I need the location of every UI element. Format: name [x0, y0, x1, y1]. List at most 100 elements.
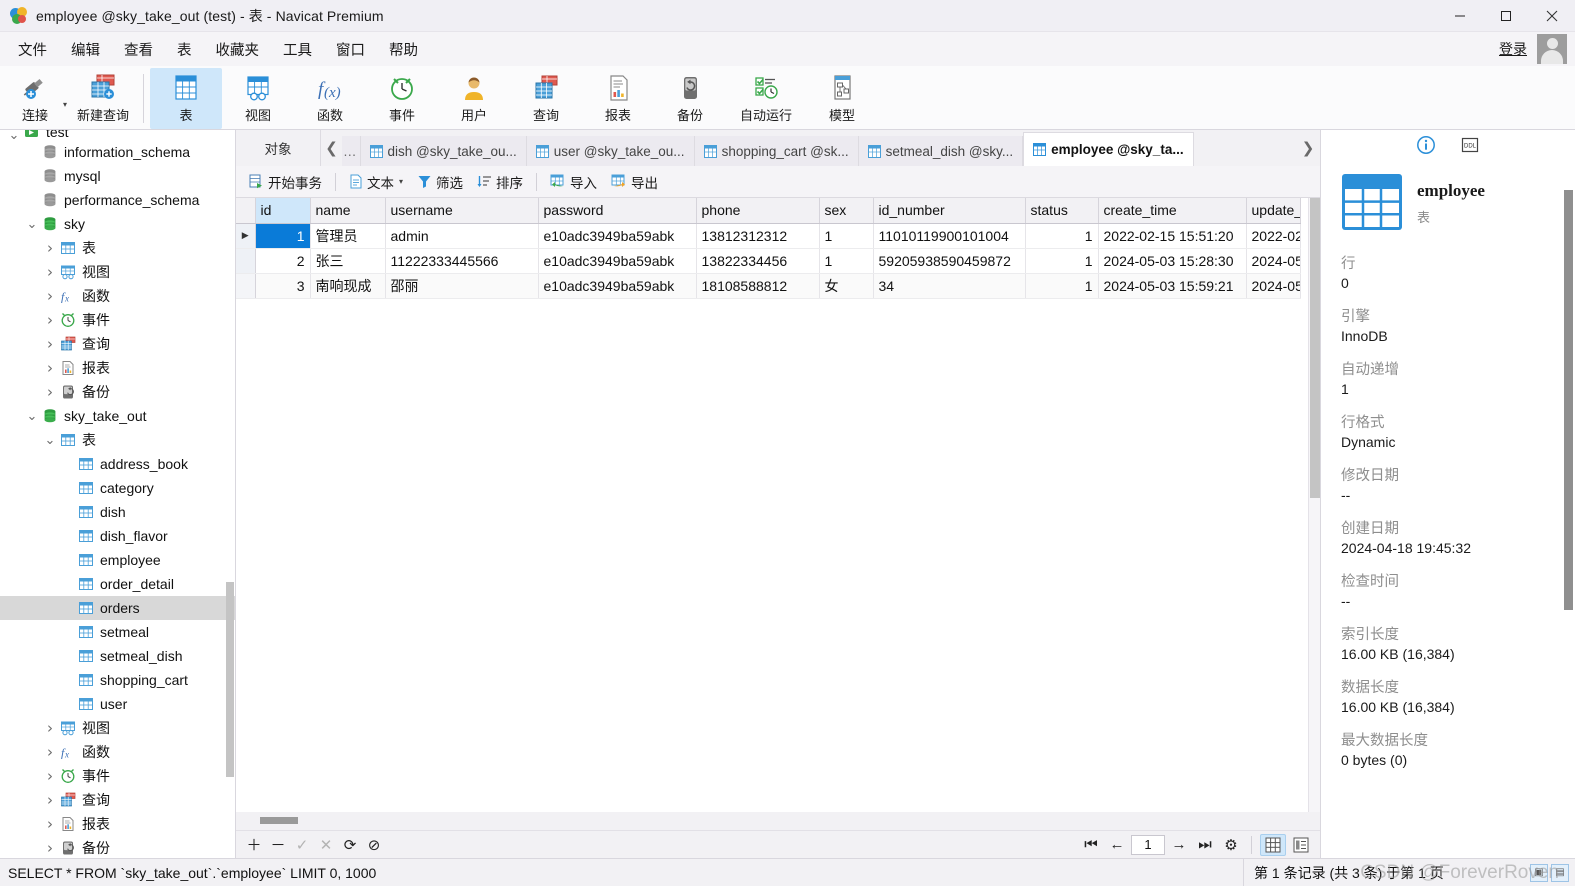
grid-settings-button[interactable]: ⚙ — [1219, 834, 1243, 856]
table-row[interactable]: 2 张三 11222333445566 e10adc3949ba59abk 138223… — [236, 248, 1301, 274]
status-resize-handle-1[interactable]: ▣ — [1530, 863, 1548, 882]
grid-column-header-id[interactable]: id — [255, 198, 311, 224]
grid-column-header-name[interactable]: name — [310, 198, 386, 224]
cell-id[interactable]: 2 — [255, 248, 311, 274]
chevron-right-icon[interactable]: › — [42, 815, 58, 833]
maximize-button[interactable] — [1483, 0, 1529, 32]
table-row[interactable]: ▶ 1 管理员 admin e10adc3949ba59abk 13812312312 1 1… — [236, 223, 1301, 249]
tree-node--[interactable]: › 事件 — [0, 764, 235, 788]
cell-create_time[interactable]: 2024-05-03 15:59:21 — [1098, 273, 1247, 299]
grid-horizontal-scrollbar-thumb[interactable] — [260, 817, 298, 824]
table-row[interactable]: 3 南响现成 邵丽 e10adc3949ba59abk 18108588812 女 34 1 2… — [236, 273, 1301, 299]
grid-column-header-create_time[interactable]: create_time — [1098, 198, 1247, 224]
chevron-right-icon[interactable]: › — [42, 839, 58, 857]
chevron-down-icon[interactable]: ⌄ — [24, 410, 40, 423]
cell-create_time[interactable]: 2024-05-03 15:28:30 — [1098, 248, 1247, 274]
tab-objects[interactable]: 对象 — [236, 130, 320, 166]
first-page-button[interactable]: ⏮ — [1079, 834, 1103, 856]
chevron-right-icon[interactable]: › — [42, 311, 58, 329]
tab-dish[interactable]: dish @sky_take_ou... — [360, 136, 527, 166]
tree-node--[interactable]: › 视图 — [0, 716, 235, 740]
minimize-button[interactable] — [1437, 0, 1483, 32]
cell-update_[interactable]: 2024-05 — [1246, 273, 1301, 299]
chevron-right-icon[interactable]: › — [42, 719, 58, 737]
grid-column-header-id_number[interactable]: id_number — [873, 198, 1026, 224]
tree-node-test[interactable]: ⌄ test — [0, 130, 235, 140]
tab-employee[interactable]: employee @sky_ta... — [1023, 132, 1194, 166]
grid-view-toggle[interactable] — [1260, 833, 1286, 856]
add-record-button[interactable]: ＋ — [242, 834, 266, 856]
tree-node-performance_schema[interactable]: performance_schema — [0, 188, 235, 212]
ddl-icon[interactable]: DDL — [1459, 134, 1481, 156]
tab-partial[interactable]: … — [342, 136, 361, 166]
form-view-toggle[interactable] — [1288, 834, 1314, 856]
tree-node--[interactable]: › 报表 — [0, 356, 235, 380]
prev-page-button[interactable]: ← — [1105, 834, 1129, 856]
chevron-right-icon[interactable]: › — [42, 239, 58, 257]
ribbon-connection-button[interactable]: 连接 — [4, 68, 66, 129]
delete-record-button[interactable]: － — [266, 834, 290, 856]
chevron-right-icon[interactable]: › — [42, 335, 58, 353]
ribbon-backup-button[interactable]: 备份 — [654, 68, 726, 129]
chevron-down-icon[interactable]: ⌄ — [42, 434, 58, 447]
tree-node-address_book[interactable]: address_book — [0, 452, 235, 476]
cell-sex[interactable]: 1 — [819, 248, 874, 274]
cell-update_[interactable]: 2024-05 — [1246, 248, 1301, 274]
tab-setmeal-dish[interactable]: setmeal_dish @sky... — [858, 136, 1024, 166]
page-number-input[interactable]: 1 — [1131, 834, 1165, 855]
sidebar-scrollbar[interactable] — [226, 152, 234, 858]
next-page-button[interactable]: → — [1167, 834, 1191, 856]
tree-node--[interactable]: › 备份 — [0, 380, 235, 404]
tree-node-employee[interactable]: employee — [0, 548, 235, 572]
cell-name[interactable]: 管理员 — [310, 223, 386, 249]
tab-user[interactable]: user @sky_take_ou... — [526, 136, 695, 166]
grid-column-header-sex[interactable]: sex — [819, 198, 874, 224]
ribbon-table-button[interactable]: 表 — [150, 68, 223, 129]
tree-node-mysql[interactable]: mysql — [0, 164, 235, 188]
export-button[interactable]: 导出 — [604, 169, 665, 195]
menu-file[interactable]: 文件 — [6, 35, 59, 64]
cell-name[interactable]: 南响现成 — [310, 273, 386, 299]
cell-id_number[interactable]: 59205938590459872 — [873, 248, 1026, 274]
cell-id[interactable]: 1 — [255, 223, 311, 249]
cell-id[interactable]: 3 — [255, 273, 311, 299]
grid-vertical-scrollbar-thumb[interactable] — [1310, 198, 1320, 498]
tree-node--[interactable]: › 视图 — [0, 260, 235, 284]
text-dropdown-caret-icon[interactable]: ▾ — [399, 177, 403, 186]
tree-node-information_schema[interactable]: information_schema — [0, 140, 235, 164]
row-selector[interactable] — [236, 273, 256, 299]
chevron-right-icon[interactable]: › — [42, 287, 58, 305]
grid-column-header-password[interactable]: password — [538, 198, 697, 224]
tree-node--[interactable]: › 备份 — [0, 836, 235, 858]
tree-node-setmeal_dish[interactable]: setmeal_dish — [0, 644, 235, 668]
ribbon-user-button[interactable]: 用户 — [438, 68, 510, 129]
tree-node-sky_take_out[interactable]: ⌄ sky_take_out — [0, 404, 235, 428]
grid-horizontal-scrollbar[interactable] — [236, 812, 1320, 830]
menu-tools[interactable]: 工具 — [271, 35, 324, 64]
info-icon[interactable] — [1415, 134, 1437, 156]
ribbon-function-button[interactable]: f (x) 函数 — [294, 68, 366, 129]
filter-button[interactable]: 筛选 — [410, 169, 470, 195]
tree-node--[interactable]: › 查询 — [0, 788, 235, 812]
text-button[interactable]: 文本 ▾ — [342, 169, 410, 195]
refresh-button[interactable]: ⟳ — [338, 834, 362, 856]
grid-column-header-status[interactable]: status — [1025, 198, 1099, 224]
menu-table[interactable]: 表 — [165, 35, 204, 64]
tree-node--[interactable]: › 查询 — [0, 332, 235, 356]
tab-scroll-right-button[interactable]: ❯ — [1296, 130, 1320, 166]
ribbon-query-button[interactable]: 查询 — [510, 68, 582, 129]
info-panel-scrollbar-thumb[interactable] — [1564, 190, 1573, 610]
stop-button[interactable]: ⊘ — [362, 834, 386, 856]
grid-vertical-scrollbar[interactable] — [1308, 198, 1320, 812]
cell-sex[interactable]: 女 — [819, 273, 874, 299]
grid-column-header-update_[interactable]: update_ — [1246, 198, 1301, 224]
ribbon-report-button[interactable]: 报表 — [582, 68, 654, 129]
menu-window[interactable]: 窗口 — [324, 35, 377, 64]
menu-edit[interactable]: 编辑 — [59, 35, 112, 64]
apply-change-button[interactable]: ✓ — [290, 834, 314, 856]
ribbon-event-button[interactable]: 事件 — [366, 68, 438, 129]
cell-status[interactable]: 1 — [1025, 248, 1099, 274]
cell-name[interactable]: 张三 — [310, 248, 386, 274]
info-panel-scrollbar[interactable] — [1564, 172, 1573, 830]
cell-sex[interactable]: 1 — [819, 223, 874, 249]
